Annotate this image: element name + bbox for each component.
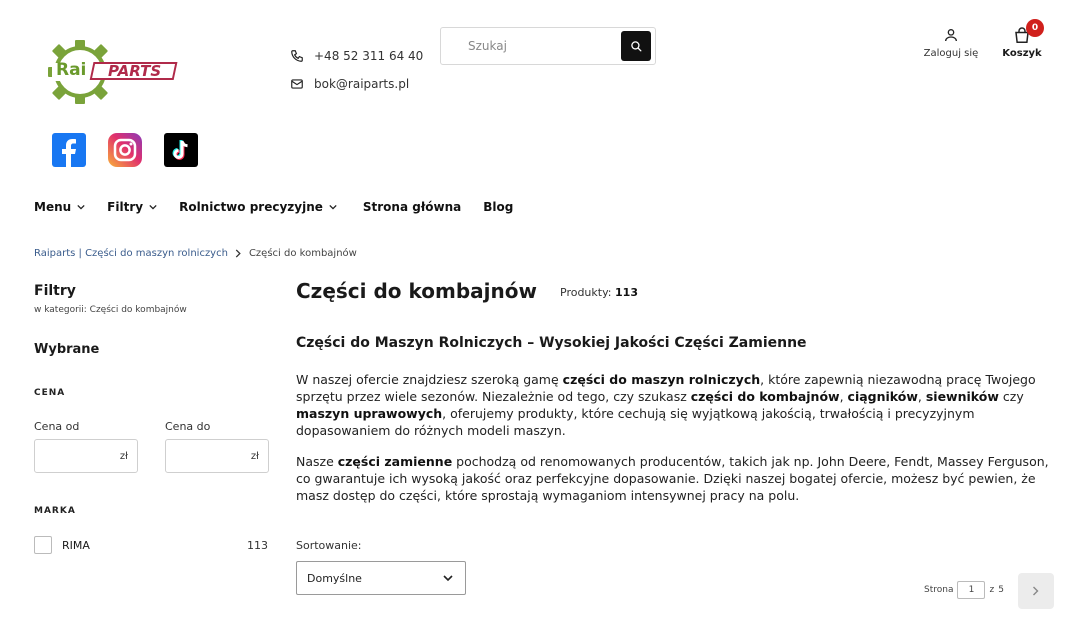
nav-rolnictwo[interactable]: Rolnictwo precyzyjne	[179, 200, 337, 214]
search-input[interactable]	[441, 28, 621, 64]
brand-count: 113	[247, 538, 268, 552]
main-nav: Menu Filtry Rolnictwo precyzyjne Strona …	[34, 200, 513, 214]
breadcrumb: Raiparts | Części do maszyn rolniczych C…	[34, 248, 357, 259]
breadcrumb-current: Części do kombajnów	[248, 248, 357, 259]
brand-checkbox[interactable]	[34, 536, 52, 554]
nav-home[interactable]: Strona główna	[363, 200, 461, 214]
text-run-bold: części do maszyn rolniczych	[562, 372, 761, 387]
phone-icon	[291, 50, 303, 62]
cart-button[interactable]: 0 Koszyk	[998, 19, 1046, 59]
cart-label: Koszyk	[1002, 48, 1042, 59]
brand-name: RIMA	[62, 538, 90, 552]
page-number-input[interactable]: 1	[957, 581, 986, 599]
text-run-bold: siewników	[925, 389, 999, 404]
filters-title: Filtry	[34, 283, 76, 299]
email-contact[interactable]: bok@raiparts.pl	[290, 77, 409, 91]
currency-label: zł	[119, 450, 128, 462]
nav-blog-label: Blog	[483, 200, 514, 214]
text-run: ,	[917, 389, 926, 404]
sort-select[interactable]: Domyślne	[296, 561, 466, 595]
products-count-value: 113	[615, 286, 638, 299]
cart-count-badge: 0	[1026, 19, 1044, 37]
text-run: W naszej ofercie znajdziesz szeroką gamę	[296, 372, 563, 387]
search-button[interactable]	[621, 31, 651, 61]
breadcrumb-home[interactable]: Raiparts | Części do maszyn rolniczych	[34, 248, 228, 259]
text-run: czy	[998, 389, 1024, 404]
products-count: Produkty: 113	[560, 286, 638, 299]
email-address: bok@raiparts.pl	[314, 77, 410, 91]
pager-separator: z	[989, 585, 995, 595]
tiktok-link[interactable]	[164, 133, 198, 167]
nav-filtry[interactable]: Filtry	[107, 200, 157, 214]
text-run-bold: ciągników	[847, 389, 918, 404]
chevron-right-icon	[1033, 586, 1039, 596]
pager-prefix: Strona	[924, 585, 954, 595]
pagination: Strona 1 z 5	[924, 581, 1004, 599]
chevron-down-icon	[77, 204, 85, 210]
search-bar	[440, 27, 656, 65]
sort-label: Sortowanie:	[296, 539, 362, 552]
text-run: Nasze	[296, 454, 338, 469]
description-paragraph-1: W naszej ofercie znajdziesz szeroką gamę…	[296, 371, 1058, 439]
logo-text-parts: PARTS	[108, 62, 162, 80]
price-from-label: Cena od	[34, 420, 80, 433]
nav-home-label: Strona główna	[362, 200, 462, 214]
products-count-label: Produkty:	[560, 286, 612, 299]
price-to-label: Cena do	[165, 420, 211, 433]
tiktok-icon	[172, 140, 188, 160]
price-to-input[interactable]: zł	[165, 439, 269, 473]
chevron-right-icon	[235, 249, 241, 258]
phone-contact[interactable]: +48 52 311 64 40	[290, 49, 423, 63]
page-title: Części do kombajnów	[296, 279, 537, 303]
phone-number: +48 52 311 64 40	[314, 49, 424, 63]
description-heading: Części do Maszyn Rolniczych – Wysokiej J…	[296, 335, 807, 351]
site-logo[interactable]: Rai PARTS	[44, 36, 190, 108]
text-run-bold: części zamienne	[337, 454, 453, 469]
text-run: ,	[839, 389, 848, 404]
login-button[interactable]: Zaloguj się	[918, 26, 984, 59]
currency-label: zł	[250, 450, 259, 462]
chevron-down-icon	[443, 575, 453, 582]
facebook-link[interactable]	[52, 133, 86, 167]
filters-subtitle: w kategorii: Części do kombajnów	[34, 305, 187, 315]
facebook-icon	[62, 139, 76, 167]
nav-menu-label: Menu	[34, 200, 72, 214]
price-from-input[interactable]: zł	[34, 439, 138, 473]
chevron-down-icon	[329, 204, 337, 210]
login-label: Zaloguj się	[923, 48, 979, 59]
nav-rolnictwo-label: Rolnictwo precyzyjne	[179, 200, 323, 214]
description-paragraph-2: Nasze części zamienne pochodzą od renomo…	[296, 453, 1058, 504]
mail-icon	[291, 79, 303, 89]
user-icon	[945, 29, 957, 42]
text-run-bold: maszyn uprawowych	[296, 406, 443, 421]
instagram-link[interactable]	[108, 133, 142, 167]
search-icon	[630, 40, 641, 51]
nav-blog[interactable]: Blog	[483, 200, 513, 214]
nav-menu[interactable]: Menu	[34, 200, 85, 214]
selected-filters-heading: Wybrane	[34, 342, 100, 357]
next-page-button[interactable]	[1018, 573, 1054, 609]
price-heading: CENA	[34, 388, 66, 398]
logo-text-rai: Rai	[56, 60, 87, 80]
sort-value: Domyślne	[307, 571, 362, 585]
brand-heading: MARKA	[34, 506, 76, 516]
brand-filter-rima[interactable]: RIMA 113	[34, 536, 268, 554]
text-run-bold: części do kombajnów	[690, 389, 840, 404]
nav-filtry-label: Filtry	[107, 200, 144, 214]
chevron-down-icon	[149, 204, 157, 210]
instagram-icon	[113, 138, 137, 162]
pager-total: 5	[998, 585, 1004, 595]
